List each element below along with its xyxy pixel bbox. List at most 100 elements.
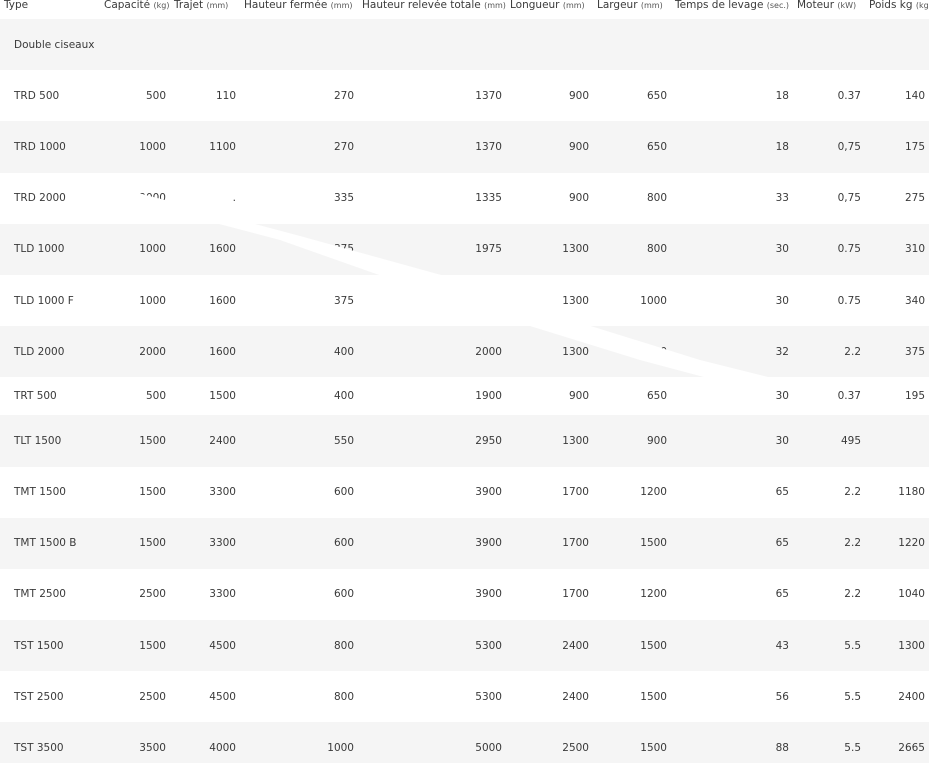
- row-type-cell: TRD 1000: [14, 140, 66, 153]
- row-type-cell: TRT 500: [14, 390, 57, 403]
- table-cell: 2000: [475, 345, 502, 358]
- row-type-cell: TRD 2000: [14, 192, 66, 205]
- column-header-unit: (kg): [153, 1, 170, 10]
- specs-table: Type Capacité (kg) Trajet (mm) Hauteur ferm…: [0, 0, 929, 763]
- table-cell: 4500: [209, 690, 236, 703]
- table-cell: 1600: [209, 243, 236, 256]
- table-cell: 2400: [209, 434, 236, 447]
- table-row: TMT 1500 1500 3300 600 3900 1700 1200 65 2.2 1180: [0, 466, 929, 518]
- table-cell: 900: [568, 192, 589, 205]
- specs-table-container: Type Capacité (kg) Trajet (mm) Hauteur ferm…: [0, 0, 929, 763]
- table-row: TLT 1500 1500 2400 550 2950 1300 900 30 495: [0, 415, 929, 467]
- table-cell: 1000: [640, 294, 667, 307]
- table-cell: 56: [775, 690, 789, 703]
- table-cell: 800: [333, 639, 354, 652]
- table-cell: 0.75: [837, 294, 861, 307]
- table-cell: 2500: [139, 588, 166, 601]
- table-cell: 1100: [209, 140, 236, 153]
- table-cell: 900: [568, 89, 589, 102]
- table-cell: 600: [333, 486, 354, 499]
- column-header-label: Longueur: [510, 0, 560, 11]
- table-cell: 110: [215, 89, 236, 102]
- table-cell: 88: [775, 742, 789, 755]
- column-header-2: Trajet (mm): [170, 0, 240, 19]
- table-cell: 1180: [898, 486, 925, 499]
- table-cell: 495: [840, 434, 861, 447]
- table-cell: 5300: [475, 639, 502, 652]
- column-header-label: Largeur: [597, 0, 638, 11]
- table-cell: 4000: [209, 742, 236, 755]
- column-header-label: Hauteur fermée: [244, 0, 328, 11]
- row-type-cell: TRD 500: [14, 89, 60, 102]
- column-header-unit: (mm): [330, 1, 353, 10]
- table-cell: 2665: [898, 742, 925, 755]
- table-cell: 1500: [640, 537, 667, 550]
- table-cell: [865, 415, 929, 466]
- table-cell: 2400: [562, 690, 589, 703]
- table-row: TLD 2000 2000 1600 400 2000 1300 900 32 2.2 375: [0, 326, 929, 378]
- table-cell: 1300: [562, 294, 589, 307]
- table-cell: 32: [775, 345, 789, 358]
- table-cell: 5.5: [844, 690, 861, 703]
- column-header-label: Capacité: [104, 0, 151, 11]
- table-cell: 195: [904, 390, 925, 403]
- column-header-7: Temps de levage (sec.): [671, 0, 793, 19]
- table-cell: 335: [333, 192, 354, 205]
- table-cell: 5300: [475, 690, 502, 703]
- table-cell: 1500: [640, 742, 667, 755]
- column-header-4: Hauteur relevée totale (mm): [358, 0, 506, 19]
- row-type-cell: TST 2500: [14, 690, 64, 703]
- table-cell: 1335: [475, 192, 502, 205]
- table-cell: 2400: [898, 690, 925, 703]
- table-cell: 800: [646, 243, 667, 256]
- table-cell: 1975: [475, 294, 502, 307]
- column-header-label: Hauteur relevée totale: [362, 0, 481, 11]
- table-cell: 1370: [475, 140, 502, 153]
- table-cell: 4500: [209, 639, 236, 652]
- row-type-cell: TLD 1000 F: [14, 294, 74, 307]
- column-header-label: Moteur: [797, 0, 835, 11]
- table-cell: 1200: [640, 588, 667, 601]
- row-type-cell: TLD 1000: [14, 243, 65, 256]
- table-cell: 900: [646, 345, 667, 358]
- column-header-9: Poids kg (kg): [865, 0, 929, 19]
- group-row: Double ciseaux: [0, 19, 929, 71]
- column-header-unit: (mm): [640, 1, 663, 10]
- table-cell: 65: [775, 588, 789, 601]
- row-type-cell: TMT 2500: [14, 588, 66, 601]
- column-header-6: Largeur (mm): [593, 0, 671, 19]
- table-cell: 30: [775, 390, 789, 403]
- row-type-cell: TLD 2000: [14, 345, 65, 358]
- table-cell: 1975: [475, 243, 502, 256]
- table-row: TMT 1500 B 1500 3300 600 3900 1700 1500 65 2.2 12…: [0, 517, 929, 569]
- table-cell: 2500: [562, 742, 589, 755]
- table-cell: 2.2: [844, 345, 861, 358]
- table-cell: 2000: [139, 345, 166, 358]
- table-cell: 65: [775, 537, 789, 550]
- table-cell: 140: [904, 89, 925, 102]
- column-header-label: Trajet: [174, 0, 204, 11]
- table-cell: 1500: [640, 690, 667, 703]
- table-cell: 550: [333, 434, 354, 447]
- table-cell: 5.5: [844, 742, 861, 755]
- table-cell: 30: [775, 243, 789, 256]
- table-cell: 5000: [475, 742, 502, 755]
- table-cell: 1040: [898, 588, 925, 601]
- table-cell: 1600: [209, 294, 236, 307]
- table-row: TRT 500 500 1500 400 1900 900 650 30 0.37 195: [0, 377, 929, 416]
- table-cell: 1700: [562, 588, 589, 601]
- table-cell: 900: [568, 140, 589, 153]
- table-cell: 1200: [640, 486, 667, 499]
- table-cell: 275: [904, 192, 925, 205]
- column-header-3: Hauteur fermée (mm): [240, 0, 358, 19]
- table-cell: 900: [568, 390, 589, 403]
- table-cell: 1000: [139, 243, 166, 256]
- table-cell: 18: [775, 89, 789, 102]
- table-cell: 1000: [327, 742, 354, 755]
- row-type-cell: TMT 1500: [14, 486, 66, 499]
- table-cell: 2500: [139, 690, 166, 703]
- table-cell: 1700: [562, 537, 589, 550]
- table-cell: 1500: [139, 537, 166, 550]
- table-cell: 30: [775, 434, 789, 447]
- table-cell: 800: [646, 192, 667, 205]
